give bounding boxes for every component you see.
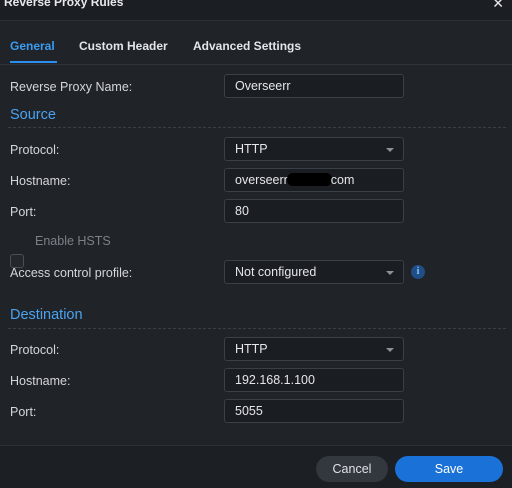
destination-protocol-value: HTTP [235,342,268,356]
access-control-profile-label: Access control profile: [10,266,133,280]
destination-protocol-label: Protocol: [10,343,60,357]
destination-divider [8,328,506,329]
chevron-down-icon [386,348,394,352]
tab-bar-divider [0,64,512,65]
source-hostname-label: Hostname: [10,174,71,188]
dialog-title: Reverse Proxy Rules [4,0,124,9]
destination-port-input[interactable]: 5055 [224,399,404,423]
dialog-body: General Custom Header Advanced Settings … [0,21,512,445]
info-icon[interactable]: i [411,265,425,279]
source-protocol-value: HTTP [235,142,268,156]
source-hostname-prefix: overseerr [235,173,288,187]
destination-section-title: Destination [10,307,83,323]
cancel-button[interactable]: Cancel [316,456,388,482]
close-icon[interactable]: ✕ [492,0,504,12]
save-button[interactable]: Save [395,456,503,482]
dialog-titlebar: Reverse Proxy Rules ✕ [0,0,512,21]
tab-custom-header[interactable]: Custom Header [79,39,168,53]
source-hostname-suffix: com [330,173,355,187]
chevron-down-icon [386,148,394,152]
destination-hostname-input[interactable]: 192.168.1.100 [224,368,404,392]
source-port-label: Port: [10,205,37,219]
tab-bar: General Custom Header Advanced Settings [0,21,512,65]
redaction-mark [286,173,332,186]
source-port-input[interactable]: 80 [224,199,404,223]
destination-hostname-label: Hostname: [10,374,71,388]
proxy-name-label: Reverse Proxy Name: [10,80,133,94]
source-protocol-label: Protocol: [10,143,60,157]
enable-hsts-label: Enable HSTS [35,234,111,248]
access-control-profile-select[interactable]: Not configured [224,260,404,284]
chevron-down-icon [386,271,394,275]
active-tab-indicator [10,61,57,63]
source-divider [8,127,506,128]
dialog-footer: Cancel Save [0,445,512,488]
destination-port-label: Port: [10,405,37,419]
source-protocol-select[interactable]: HTTP [224,137,404,161]
destination-protocol-select[interactable]: HTTP [224,337,404,361]
tab-general[interactable]: General [10,39,55,53]
access-control-profile-value: Not configured [235,265,317,279]
source-hostname-input[interactable]: overseerr com [224,168,404,192]
proxy-name-input[interactable]: Overseerr [224,74,404,98]
source-section-title: Source [10,107,56,123]
tab-advanced-settings[interactable]: Advanced Settings [193,39,301,53]
